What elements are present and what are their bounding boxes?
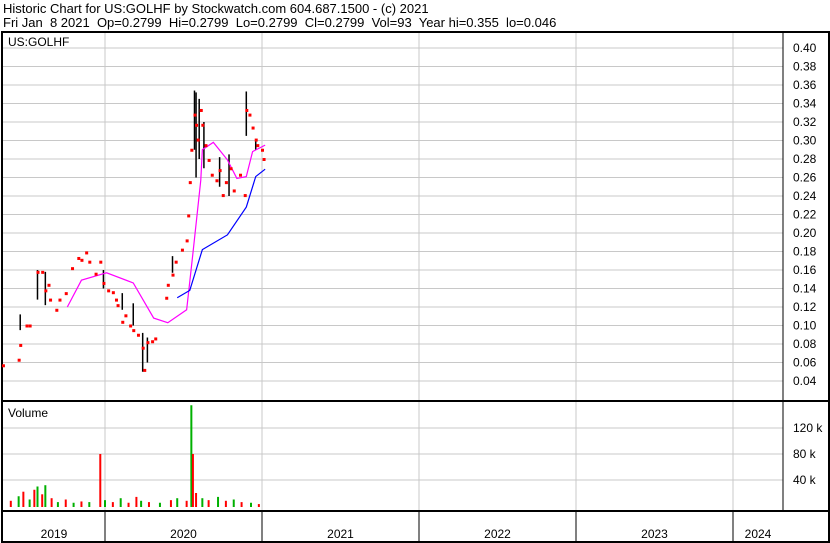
year-label: 2023 bbox=[641, 527, 668, 541]
price-tick-label: 0.26 bbox=[793, 171, 817, 185]
close-point bbox=[102, 281, 106, 285]
close-point bbox=[165, 296, 169, 300]
close-point bbox=[121, 320, 125, 324]
close-point bbox=[187, 214, 191, 218]
price-tick-label: 0.08 bbox=[793, 337, 817, 351]
close-point bbox=[136, 333, 140, 337]
price-tick-label: 0.30 bbox=[793, 134, 817, 148]
year-label: 2024 bbox=[745, 527, 772, 541]
close-point bbox=[251, 126, 255, 130]
close-point bbox=[229, 167, 233, 171]
close-point bbox=[71, 267, 75, 271]
close-point bbox=[114, 298, 118, 302]
close-point bbox=[111, 291, 115, 295]
price-tick-label: 0.38 bbox=[793, 60, 817, 74]
price-tick-label: 0.24 bbox=[793, 189, 817, 203]
close-point bbox=[124, 314, 128, 318]
close-point bbox=[193, 113, 197, 117]
close-point bbox=[204, 144, 208, 148]
close-point bbox=[243, 194, 247, 198]
close-point bbox=[190, 148, 194, 152]
close-point bbox=[143, 368, 147, 372]
year-label: 2021 bbox=[327, 527, 354, 541]
close-point bbox=[77, 256, 81, 260]
close-point bbox=[171, 273, 175, 277]
close-point bbox=[36, 270, 40, 274]
close-point bbox=[195, 123, 199, 127]
close-point bbox=[85, 251, 89, 255]
close-point bbox=[166, 283, 170, 287]
close-point bbox=[146, 341, 150, 345]
volume-tick-label: 80 k bbox=[793, 447, 817, 461]
symbol-label: US:GOLHF bbox=[8, 35, 69, 49]
close-point bbox=[19, 343, 23, 347]
close-point bbox=[174, 260, 178, 264]
close-point bbox=[261, 148, 264, 152]
close-point bbox=[94, 272, 98, 276]
price-tick-label: 0.04 bbox=[793, 374, 817, 388]
close-point bbox=[245, 108, 249, 112]
close-point bbox=[141, 346, 145, 350]
close-point bbox=[215, 179, 219, 183]
volume-tick-label: 40 k bbox=[793, 473, 817, 487]
close-point bbox=[129, 324, 133, 328]
close-point bbox=[1, 364, 5, 368]
price-tick-label: 0.10 bbox=[793, 319, 817, 333]
volume-tick-label: 120 k bbox=[793, 421, 823, 435]
price-tick-label: 0.28 bbox=[793, 152, 817, 166]
close-point bbox=[218, 169, 222, 173]
close-point bbox=[47, 283, 51, 287]
close-point bbox=[49, 298, 53, 302]
close-point bbox=[58, 298, 62, 302]
close-point bbox=[154, 337, 158, 341]
close-point bbox=[224, 181, 228, 185]
price-tick-label: 0.18 bbox=[793, 245, 817, 259]
price-tick-label: 0.32 bbox=[793, 115, 817, 129]
close-point bbox=[262, 158, 266, 161]
price-tick-label: 0.22 bbox=[793, 208, 817, 222]
close-point bbox=[64, 292, 68, 296]
price-tick-label: 0.06 bbox=[793, 356, 817, 370]
close-point bbox=[99, 260, 103, 264]
close-point bbox=[256, 144, 260, 148]
close-point bbox=[207, 158, 211, 162]
close-point bbox=[201, 123, 205, 127]
close-point bbox=[80, 258, 84, 262]
stock-chart: Historic Chart for US:GOLHF by Stockwatc… bbox=[0, 0, 830, 543]
close-point bbox=[254, 138, 258, 142]
close-point bbox=[210, 173, 214, 177]
year-label: 2020 bbox=[170, 527, 197, 541]
close-point bbox=[196, 138, 200, 142]
close-point bbox=[132, 329, 136, 333]
close-point bbox=[199, 108, 203, 112]
price-tick-label: 0.12 bbox=[793, 300, 817, 314]
close-point bbox=[25, 324, 29, 328]
price-tick-label: 0.14 bbox=[793, 282, 817, 296]
price-tick-label: 0.34 bbox=[793, 97, 817, 111]
close-point bbox=[17, 358, 21, 362]
close-point bbox=[232, 189, 236, 193]
close-point bbox=[248, 113, 252, 117]
price-tick-label: 0.20 bbox=[793, 226, 817, 240]
volume-label: Volume bbox=[8, 406, 48, 420]
close-point bbox=[151, 340, 155, 344]
year-label: 2019 bbox=[41, 527, 68, 541]
close-point bbox=[188, 181, 192, 185]
close-point bbox=[88, 260, 92, 264]
close-point bbox=[239, 173, 243, 177]
price-tick-label: 0.16 bbox=[793, 263, 817, 277]
price-tick-label: 0.36 bbox=[793, 78, 817, 92]
chart-canvas: 0.40 0.38 0.36 0.34 0.32 0.30 0.28 0.26 0.24 0.22… bbox=[1, 31, 830, 543]
close-point bbox=[116, 304, 120, 308]
close-point bbox=[180, 248, 184, 252]
price-tick-label: 0.40 bbox=[793, 41, 817, 55]
year-label: 2022 bbox=[484, 527, 511, 541]
close-point bbox=[55, 308, 59, 312]
close-point bbox=[41, 270, 45, 274]
close-point bbox=[44, 289, 48, 293]
close-point bbox=[28, 324, 32, 328]
close-point bbox=[185, 239, 189, 243]
close-point bbox=[221, 194, 225, 198]
close-point bbox=[107, 289, 111, 293]
